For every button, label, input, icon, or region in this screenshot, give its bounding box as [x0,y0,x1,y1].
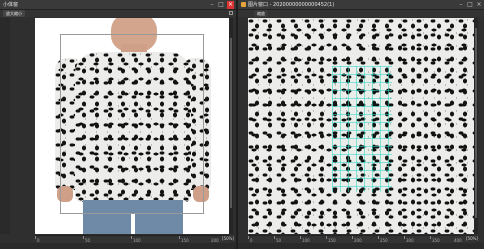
close-icon[interactable]: × [227,0,234,9]
maximize-icon[interactable]: □ [467,1,473,8]
left-image-canvas[interactable] [35,18,229,234]
model-photo [35,18,229,234]
left-statusbar [0,243,236,249]
ruler-tick [378,236,379,239]
ruler-tick [131,236,132,239]
right-scroll-thumb[interactable] [475,28,477,218]
right-vertical-scrollbar[interactable] [474,18,478,234]
ruler-tick [352,236,353,239]
left-toolbar: 放大缩小 [0,10,236,17]
left-ruler: 0 50 100 150 200 [35,235,229,243]
jeans-gap [131,214,135,234]
left-window-title: 小体窗 [3,2,19,8]
right-zoom-level[interactable]: [50%] [466,236,478,241]
left-titlebar[interactable]: 小体窗 – □ × [0,0,236,10]
ruler-tick [248,236,249,239]
settings-icon[interactable] [229,11,233,15]
left-zoom-level[interactable]: [50%] [222,236,234,241]
ruler-tick [326,236,327,239]
tile-grid-overlay[interactable] [332,66,392,192]
ruler-tick [430,236,431,239]
ruler-tick [274,236,275,239]
right-ruler: 0 50 100 150 200 250 300 350 400 [248,235,474,243]
seamless-pattern-canvas[interactable] [248,18,474,234]
minimize-icon[interactable]: – [209,1,215,8]
left-vertical-scrollbar[interactable] [229,18,233,234]
ruler-tick [404,236,405,239]
right-statusbar [238,243,484,249]
zoom-tool-button[interactable]: 缩放 [254,10,268,17]
right-titlebar[interactable]: 图片窗口 - 20200000000000452(1) – □ × [238,0,484,10]
left-window-controls: – □ × [209,0,234,9]
right-window: 图片窗口 - 20200000000000452(1) – □ × 缩放 0 5… [238,0,484,249]
right-window-title: 图片窗口 - 20200000000000452(1) [248,2,335,8]
zoom-tool-button[interactable]: 放大缩小 [3,10,25,17]
image-icon [241,2,246,7]
minimize-icon[interactable]: – [458,1,464,8]
right-toolbar: 缩放 [238,10,484,17]
ruler-tick [83,236,84,239]
ruler-tick [35,236,36,239]
left-window: 小体窗 – □ × 放大缩小 0 50 100 150 200 [50%] [0,0,236,249]
ruler-tick [179,236,180,239]
close-icon[interactable]: × [476,1,482,8]
left-side-strip [0,18,10,234]
selection-rectangle[interactable] [60,34,204,214]
maximize-icon[interactable]: □ [218,1,224,8]
ruler-tick [300,236,301,239]
right-window-controls: – □ × [458,0,482,9]
left-scroll-thumb[interactable] [230,38,232,208]
